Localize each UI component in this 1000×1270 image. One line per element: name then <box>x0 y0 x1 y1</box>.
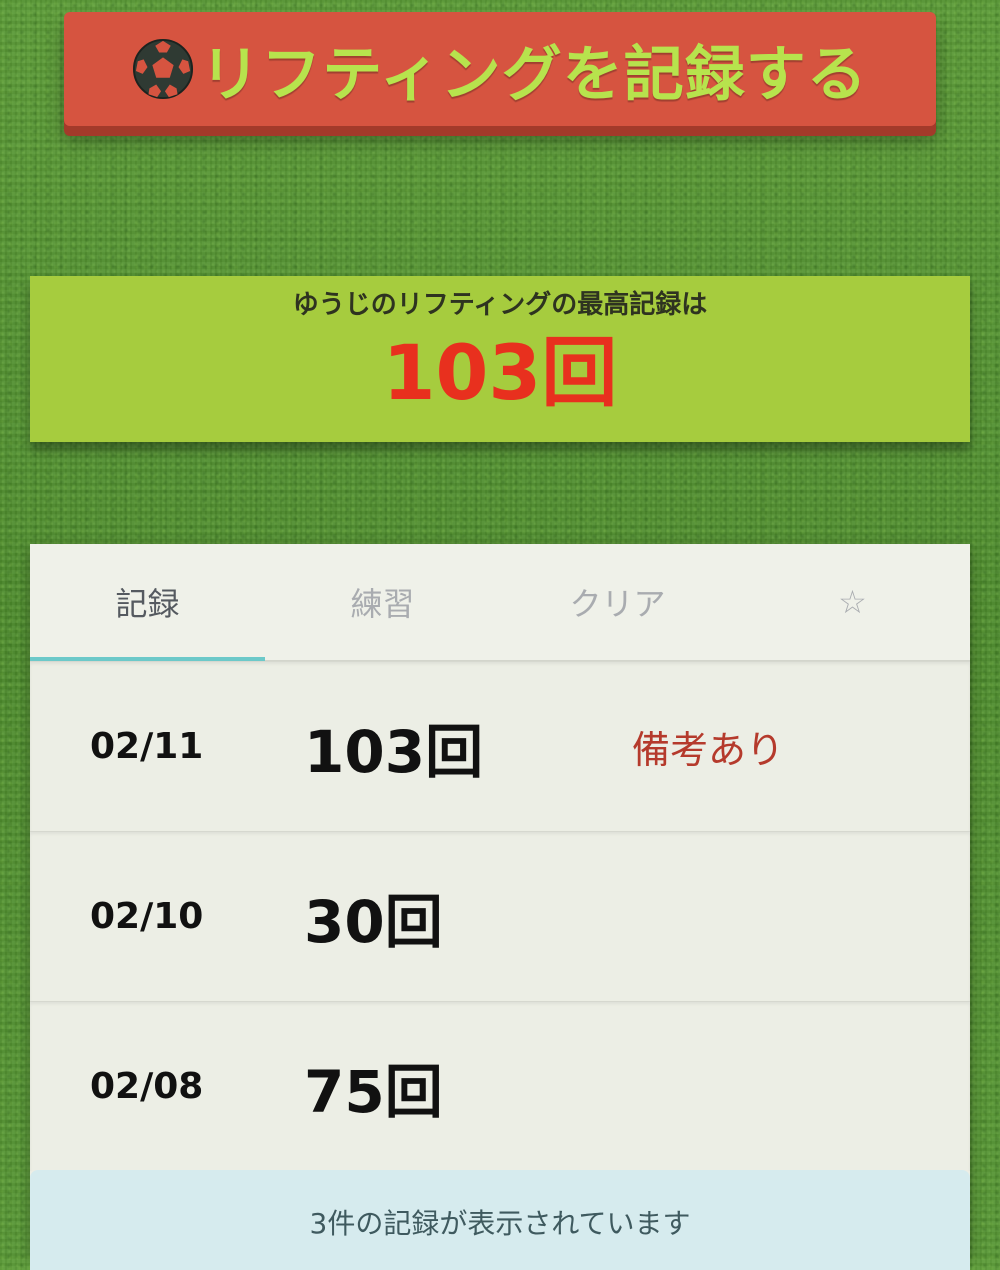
record-button-label: リフティングを記録する <box>200 39 868 110</box>
records-count-status: 3件の記録が表示されています <box>30 1170 970 1270</box>
record-row[interactable]: 02/10 30回 <box>30 831 970 1001</box>
record-date: 02/10 <box>90 896 204 937</box>
records-card: 記録 練習 クリア ☆ 02/11 103回 備考あり 02/10 30回 02… <box>30 544 970 1256</box>
tab-bar: 記録 練習 クリア ☆ <box>30 544 970 661</box>
best-record-value: 103回 <box>382 328 618 417</box>
record-date: 02/11 <box>90 726 204 767</box>
record-row[interactable]: 02/08 75回 <box>30 1001 970 1171</box>
tab-clear[interactable]: クリア <box>500 544 735 660</box>
record-row[interactable]: 02/11 103回 備考あり <box>30 661 970 831</box>
record-count: 103回 <box>304 717 484 786</box>
soccer-ball-icon <box>133 38 194 100</box>
record-note: 備考あり <box>632 728 785 772</box>
best-record-panel: ゆうじのリフティングの最高記録は 103回 <box>30 276 970 442</box>
record-lifting-button[interactable]: リフティングを記録する <box>64 12 936 126</box>
best-record-caption: ゆうじのリフティングの最高記録は <box>292 290 708 320</box>
tab-records[interactable]: 記録 <box>30 544 265 661</box>
tab-practice[interactable]: 練習 <box>265 544 500 660</box>
record-date: 02/08 <box>90 1066 204 1107</box>
record-count: 75回 <box>304 1057 443 1126</box>
record-count: 30回 <box>304 887 443 956</box>
tab-favorites-star-icon[interactable]: ☆ <box>735 544 970 660</box>
